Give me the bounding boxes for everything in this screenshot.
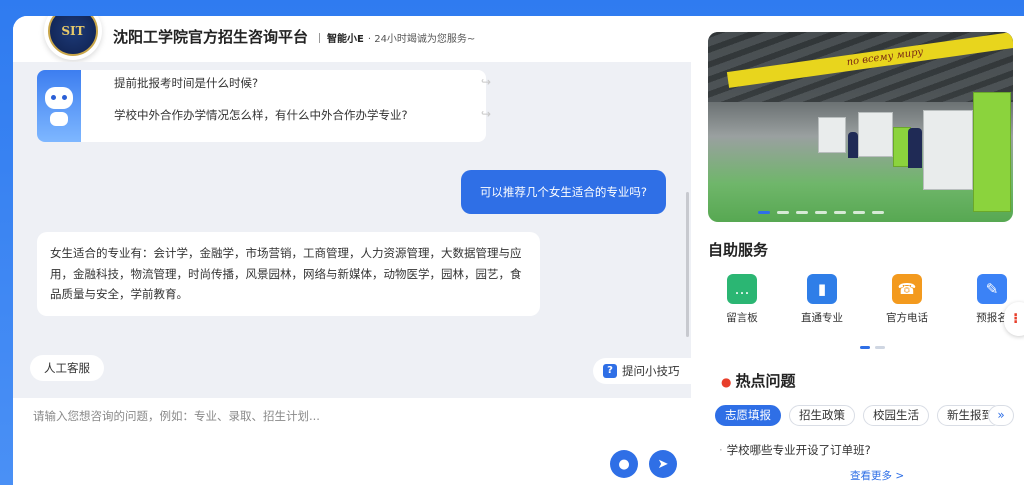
banner-dot[interactable] — [814, 211, 827, 214]
campus-banner[interactable]: no всему миру — [708, 32, 1013, 222]
major-book-icon: ▮ — [807, 274, 837, 304]
banner-dot[interactable] — [757, 211, 770, 214]
header-divider — [319, 32, 320, 43]
worker — [908, 128, 922, 168]
share-arrow-icon[interactable]: ↪ — [481, 75, 491, 89]
banner-dots[interactable] — [708, 211, 1013, 214]
service-label: 留言板 — [726, 312, 758, 324]
tagline: · 24小时竭诚为您服务~ — [367, 34, 476, 45]
faq-question-2[interactable]: 学校中外合作办学情况怎么样，有什么中外合作办学专业? — [114, 107, 408, 123]
chat-scrollbar[interactable] — [686, 192, 689, 337]
banner-dot[interactable] — [776, 211, 789, 214]
pre-register-icon: ✎ — [977, 274, 1007, 304]
self-service-list: … 留言板 ▮ 直通专业 ☎ 官方电话 ✎ 预报名 — [707, 274, 1024, 334]
service-label: 官方电话 — [886, 312, 928, 324]
right-panel: no всему миру 自助服务 … 留言板 ▮ 直通专业 ☎ 官方电话 ✎… — [695, 16, 1024, 485]
worker — [848, 132, 858, 158]
share-icon: ⁝ — [1013, 311, 1019, 327]
paper-plane-icon: ➤ — [657, 456, 669, 472]
faq-question-1[interactable]: 提前批报考时间是什么时候? — [114, 75, 258, 91]
hot-question[interactable]: 学校哪些专业开设了订单班? — [719, 442, 871, 458]
hot-tags: 志愿填报 招生政策 校园生活 新生报到 — [715, 405, 1003, 426]
machine — [973, 92, 1011, 212]
hot-title-text: 热点问题 — [735, 372, 796, 390]
bot-message: 女生适合的专业有：会计学，金融学，市场营销，工商管理，人力资源管理，大数据管理与… — [37, 232, 540, 316]
page-title: 沈阳工学院官方招生咨询平台 — [113, 28, 309, 46]
school-logo: SIT — [44, 16, 102, 60]
service-phone[interactable]: ☎ 官方电话 — [872, 274, 942, 325]
service-major[interactable]: ▮ 直通专业 — [787, 274, 857, 325]
self-service-title: 自助服务 — [708, 241, 769, 259]
message-board-icon: … — [727, 274, 757, 304]
banner-dot[interactable] — [852, 211, 865, 214]
machine — [858, 112, 893, 157]
robot-head — [45, 86, 73, 109]
logo-emblem: SIT — [48, 16, 98, 56]
tips-label: 提问小技巧 — [622, 364, 680, 378]
assistant-name: 智能小E — [327, 34, 364, 45]
input-area: ● ➤ — [13, 398, 691, 485]
tag-volunteer[interactable]: 志愿填报 — [715, 405, 781, 426]
phone-icon: ☎ — [892, 274, 922, 304]
floating-share-button[interactable]: ⁝ — [1004, 302, 1024, 336]
hot-questions-title: ● 热点问题 — [721, 370, 796, 391]
service-label: 直通专业 — [801, 312, 843, 324]
service-message-board[interactable]: … 留言板 — [707, 274, 777, 325]
tag-campus-life[interactable]: 校园生活 — [863, 405, 929, 426]
faq-card: 提前批报考时间是什么时候? ↪ 学校中外合作办学情况怎么样，有什么中外合作办学专… — [37, 70, 491, 142]
robot-avatar-icon — [37, 70, 81, 142]
service-pager[interactable] — [860, 346, 885, 349]
chat-area[interactable]: 提前批报考时间是什么时候? ↪ 学校中外合作办学情况怎么样，有什么中外合作办学专… — [13, 62, 691, 398]
fire-icon: ● — [721, 375, 732, 389]
machine — [818, 117, 846, 153]
chat-bubble-button[interactable]: ● — [610, 450, 638, 478]
send-button[interactable]: ➤ — [649, 450, 677, 478]
main-frame: SIT 沈阳工学院官方招生咨询平台 智能小E · 24小时竭诚为您服务~ 提前批… — [13, 16, 1024, 485]
share-arrow-icon[interactable]: ↪ — [481, 107, 491, 121]
user-message: 可以推荐几个女生适合的专业吗? — [461, 170, 666, 214]
question-tips-button[interactable]: ? 提问小技巧 — [593, 358, 691, 384]
chat-bubble-icon: ● — [618, 456, 630, 472]
tag-policy[interactable]: 招生政策 — [789, 405, 855, 426]
view-more-link[interactable]: 查看更多 > — [850, 468, 904, 483]
question-icon: ? — [603, 364, 617, 378]
robot-body — [50, 111, 68, 126]
machine — [923, 110, 973, 190]
pager-dot[interactable] — [875, 346, 885, 349]
pager-dot[interactable] — [860, 346, 870, 349]
banner-dot[interactable] — [833, 211, 846, 214]
tags-more-button[interactable]: » — [988, 405, 1014, 426]
banner-dot[interactable] — [871, 211, 884, 214]
header: SIT 沈阳工学院官方招生咨询平台 智能小E · 24小时竭诚为您服务~ — [13, 16, 693, 62]
human-service-button[interactable]: 人工客服 — [30, 355, 104, 381]
banner-dot[interactable] — [795, 211, 808, 214]
header-subtitle: 智能小E · 24小时竭诚为您服务~ — [319, 30, 475, 45]
message-input[interactable] — [33, 406, 593, 426]
